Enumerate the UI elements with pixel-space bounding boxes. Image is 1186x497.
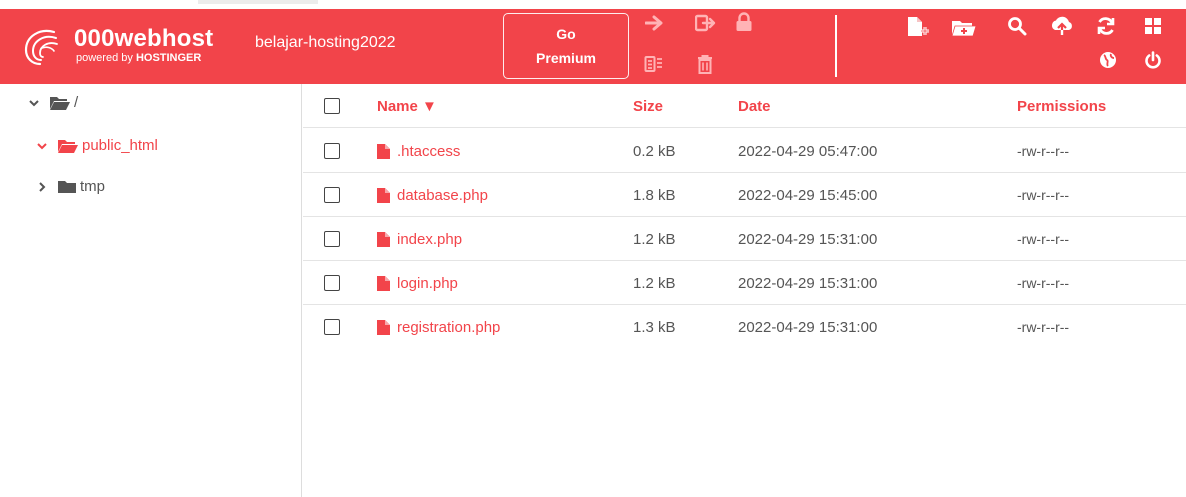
file-icon xyxy=(377,319,390,335)
tree-root[interactable]: / xyxy=(26,94,78,111)
file-icon xyxy=(377,143,390,159)
brand-subtitle: powered by HOSTINGER xyxy=(76,52,201,64)
refresh-icon[interactable] xyxy=(1094,15,1118,37)
logo-swirl-icon xyxy=(24,29,58,66)
site-name: belajar-hosting2022 xyxy=(255,34,396,51)
file-date: 2022-04-29 15:31:00 xyxy=(738,230,878,248)
file-permissions: -rw-r--r-- xyxy=(1017,319,1070,335)
file-size: 0.2 kB xyxy=(633,142,676,160)
folder-tree-sidebar: / public_html tmp xyxy=(0,84,302,497)
chevron-down-icon[interactable] xyxy=(34,142,50,150)
file-name-link[interactable]: database.php xyxy=(377,173,488,217)
file-date: 2022-04-29 15:31:00 xyxy=(738,318,878,336)
file-size: 1.2 kB xyxy=(633,274,676,292)
move-arrow-icon[interactable] xyxy=(644,12,666,34)
file-permissions: -rw-r--r-- xyxy=(1017,143,1070,159)
file-name: registration.php xyxy=(397,318,501,336)
power-icon[interactable] xyxy=(1142,49,1164,71)
globe-icon[interactable] xyxy=(1097,49,1119,71)
file-icon xyxy=(377,231,390,247)
go-premium-line1: Go xyxy=(556,26,576,42)
brand-sub-brand: HOSTINGER xyxy=(135,52,202,64)
new-file-icon[interactable] xyxy=(905,15,931,39)
new-folder-icon[interactable] xyxy=(950,16,978,40)
file-icon xyxy=(377,275,390,291)
search-icon[interactable] xyxy=(1006,15,1028,37)
file-name: database.php xyxy=(397,186,488,204)
row-checkbox[interactable] xyxy=(324,143,340,159)
file-permissions: -rw-r--r-- xyxy=(1017,187,1070,203)
top-strip xyxy=(0,0,1186,9)
upload-icon[interactable] xyxy=(1049,15,1075,37)
tree-item-public_html[interactable]: public_html xyxy=(34,137,158,154)
file-name-link[interactable]: registration.php xyxy=(377,305,500,349)
table-header-row: Name ▼ Size Date Permissions xyxy=(303,84,1186,128)
file-size: 1.8 kB xyxy=(633,186,676,204)
go-premium-button[interactable]: Go Premium xyxy=(503,13,629,79)
folder-icon xyxy=(58,180,76,194)
file-date: 2022-04-29 05:47:00 xyxy=(738,142,878,160)
browser-tab-shadow xyxy=(198,0,318,4)
column-header-permissions[interactable]: Permissions xyxy=(1017,84,1106,128)
rename-export-icon[interactable] xyxy=(694,12,718,34)
select-all-checkbox[interactable] xyxy=(324,98,340,114)
file-name: login.php xyxy=(397,274,458,292)
folder-open-icon xyxy=(50,96,70,110)
chevron-down-icon[interactable] xyxy=(26,99,42,107)
row-checkbox[interactable] xyxy=(324,231,340,247)
table-row[interactable]: registration.php 1.3 kB 2022-04-29 15:31… xyxy=(303,305,1186,349)
file-name-link[interactable]: index.php xyxy=(377,217,462,261)
column-header-name[interactable]: Name ▼ xyxy=(377,84,437,128)
brand-sub-prefix: powered by xyxy=(76,52,136,64)
toolbar-divider xyxy=(835,15,837,77)
row-checkbox[interactable] xyxy=(324,187,340,203)
row-checkbox[interactable] xyxy=(324,275,340,291)
table-row[interactable]: login.php 1.2 kB 2022-04-29 15:31:00 -rw… xyxy=(303,261,1186,305)
file-date: 2022-04-29 15:45:00 xyxy=(738,186,878,204)
brand-logo[interactable]: 000webhost powered by HOSTINGER xyxy=(20,22,240,72)
column-header-size[interactable]: Size xyxy=(633,84,663,128)
archive-icon[interactable] xyxy=(643,53,665,75)
file-permissions: -rw-r--r-- xyxy=(1017,275,1070,291)
trash-icon[interactable] xyxy=(694,53,716,75)
folder-open-icon xyxy=(58,139,78,153)
column-header-date[interactable]: Date xyxy=(738,84,771,128)
file-name: .htaccess xyxy=(397,142,461,160)
file-name-link[interactable]: login.php xyxy=(377,261,458,305)
lock-icon[interactable] xyxy=(733,11,755,33)
file-size: 1.3 kB xyxy=(633,318,676,336)
file-size: 1.2 kB xyxy=(633,230,676,248)
chevron-right-icon[interactable] xyxy=(34,181,50,192)
table-row[interactable]: index.php 1.2 kB 2022-04-29 15:31:00 -rw… xyxy=(303,217,1186,261)
go-premium-line2: Premium xyxy=(536,50,596,66)
tree-item-tmp[interactable]: tmp xyxy=(34,178,105,195)
tree-root-label: / xyxy=(74,94,79,111)
tree-item-label: public_html xyxy=(82,137,158,154)
file-name-link[interactable]: .htaccess xyxy=(377,129,460,173)
file-icon xyxy=(377,187,390,203)
table-row[interactable]: database.php 1.8 kB 2022-04-29 15:45:00 … xyxy=(303,173,1186,217)
header-bar: 000webhost powered by HOSTINGER belajar-… xyxy=(0,9,1186,84)
file-date: 2022-04-29 15:31:00 xyxy=(738,274,878,292)
tree-item-label: tmp xyxy=(80,178,106,195)
file-list: Name ▼ Size Date Permissions .htaccess 0… xyxy=(303,84,1186,497)
table-row[interactable]: .htaccess 0.2 kB 2022-04-29 05:47:00 -rw… xyxy=(303,129,1186,173)
file-permissions: -rw-r--r-- xyxy=(1017,231,1070,247)
grid-view-icon[interactable] xyxy=(1142,15,1164,37)
brand-name: 000webhost xyxy=(74,25,214,52)
row-checkbox[interactable] xyxy=(324,319,340,335)
file-name: index.php xyxy=(397,230,463,248)
